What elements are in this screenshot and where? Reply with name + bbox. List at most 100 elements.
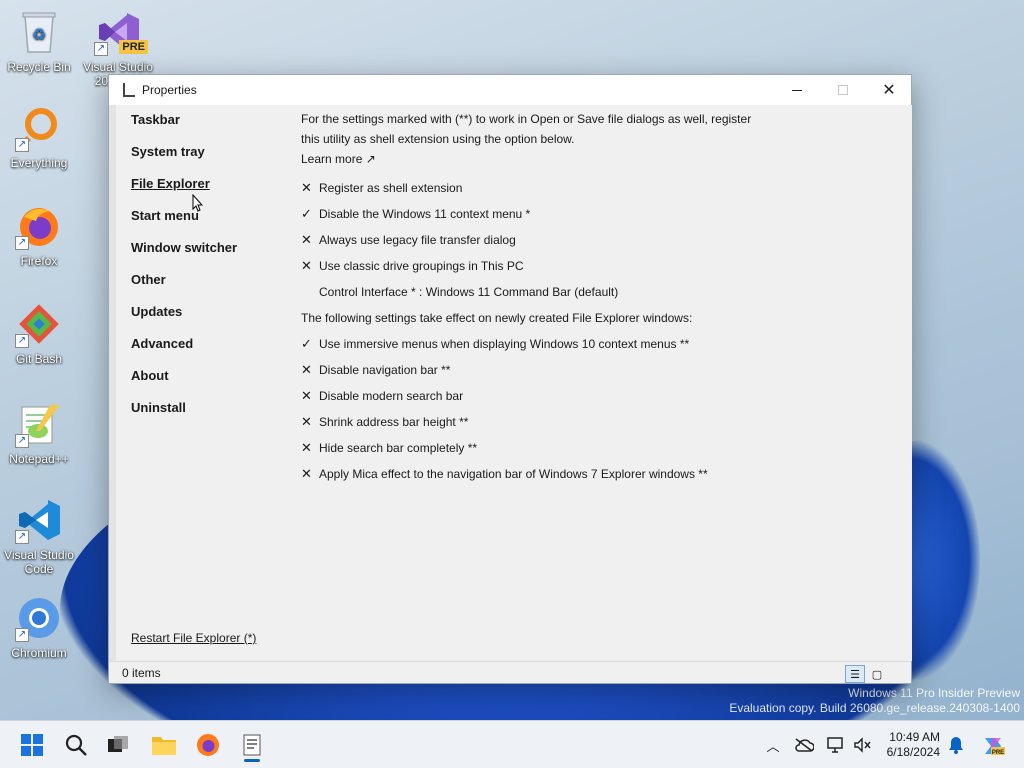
option-label: Disable modern search bar (319, 389, 464, 403)
nav-advanced[interactable]: Advanced (131, 335, 237, 367)
pre-badge: PRE (119, 40, 148, 54)
option-hide-search-bar[interactable]: ✕ Hide search bar completely ** (301, 435, 761, 461)
network-button[interactable] (826, 735, 846, 755)
item-count: 0 items (122, 666, 161, 680)
desktop-icon-chromium[interactable]: ↗ Chromium (1, 594, 77, 660)
nav-updates[interactable]: Updates (131, 303, 237, 335)
task-view-button[interactable] (100, 727, 136, 763)
desktop-icon-firefox[interactable]: ↗ Firefox (1, 202, 77, 268)
taskbar: ︿ 10:49 AM 6/18/2024 PRE (0, 720, 1024, 768)
tiles-view-icon: ▢ (871, 668, 883, 681)
watermark-line-1: Windows 11 Pro Insider Preview (848, 686, 1020, 700)
nav-file-explorer[interactable]: File Explorer (131, 175, 237, 207)
nav-other[interactable]: Other (131, 271, 237, 303)
option-classic-drive-groupings[interactable]: ✕ Use classic drive groupings in This PC (301, 253, 761, 279)
status-bar: 0 items ☰ ▢ (109, 661, 911, 683)
desktop-icon-label: Chromium (11, 646, 67, 660)
section-nav: Taskbar System tray File Explorer Start … (131, 111, 237, 431)
nav-system-tray[interactable]: System tray (131, 143, 237, 175)
intro-line-2: this utility as shell extension using th… (301, 132, 575, 146)
desktop-icon-label: Visual Studio Code (4, 548, 74, 576)
start-icon (21, 734, 43, 756)
new-windows-heading: The following settings take effect on ne… (301, 311, 693, 325)
watermark-line-2: Evaluation copy. Build 26080.ge_release.… (729, 701, 1020, 715)
chevron-up-icon: ︿ (766, 738, 780, 754)
unchecked-x-icon: ✕ (301, 466, 312, 481)
minimize-button[interactable] (774, 75, 820, 105)
nav-taskbar[interactable]: Taskbar (131, 111, 237, 143)
shortcut-arrow-icon: ↗ (15, 138, 29, 152)
option-disable-modern-search-bar[interactable]: ✕ Disable modern search bar (301, 383, 761, 409)
option-label: Hide search bar completely ** (319, 441, 478, 455)
chromium-icon: ↗ (15, 594, 63, 642)
desktop-icon-recycle-bin[interactable]: ♻ Recycle Bin (1, 8, 77, 74)
volume-icon (854, 737, 871, 753)
option-label: Use immersive menus when displaying Wind… (319, 337, 690, 351)
control-interface-selector[interactable]: Control Interface * : Windows 11 Command… (301, 279, 761, 305)
task-view-icon (108, 736, 128, 752)
option-label: Use classic drive groupings in This PC (319, 259, 524, 273)
title-bar[interactable]: Properties ✕ (109, 75, 911, 105)
option-label: Always use legacy file transfer dialog (319, 233, 516, 247)
option-legacy-file-transfer[interactable]: ✕ Always use legacy file transfer dialog (301, 227, 761, 253)
desktop-icon-everything[interactable]: ↗ Everything (1, 104, 77, 170)
unchecked-x-icon: ✕ (301, 414, 312, 429)
firefox-taskbar-button[interactable] (190, 727, 226, 763)
details-view-button[interactable]: ☰ (845, 665, 865, 683)
properties-window: Properties ✕ Taskbar System tray File Ex… (108, 74, 912, 684)
git-bash-icon: ↗ (15, 300, 63, 348)
close-button[interactable]: ✕ (866, 75, 912, 105)
checkmark-icon: ✓ (301, 206, 312, 221)
option-disable-win11-context-menu[interactable]: ✓ Disable the Windows 11 context menu * (301, 201, 761, 227)
shortcut-arrow-icon: ↗ (15, 334, 29, 348)
close-icon: ✕ (882, 82, 896, 99)
desktop-icon-label: Firefox (20, 254, 58, 268)
search-button[interactable] (58, 727, 94, 763)
nav-window-switcher[interactable]: Window switcher (131, 239, 237, 271)
option-label: Shrink address bar height ** (319, 415, 469, 429)
nav-start-menu[interactable]: Start menu (131, 207, 237, 239)
nav-uninstall[interactable]: Uninstall (131, 399, 237, 431)
unchecked-x-icon: ✕ (301, 180, 312, 195)
window-title: Properties (142, 83, 197, 97)
restart-file-explorer-link[interactable]: Restart File Explorer (*) (131, 631, 256, 645)
firefox-icon (197, 734, 219, 756)
option-disable-navigation-bar[interactable]: ✕ Disable navigation bar ** (301, 357, 761, 383)
properties-content: Taskbar System tray File Explorer Start … (116, 105, 912, 661)
properties-app-icon (243, 734, 261, 756)
option-mica-effect[interactable]: ✕ Apply Mica effect to the navigation ba… (301, 461, 761, 487)
properties-taskbar-button[interactable] (234, 727, 270, 763)
everything-search-icon: ↗ (15, 104, 63, 152)
desktop-icon-label: Notepad++ (9, 452, 69, 466)
nav-about[interactable]: About (131, 367, 237, 399)
start-button[interactable] (14, 727, 50, 763)
desktop-icon-vscode[interactable]: ↗ Visual Studio Code (1, 496, 77, 576)
onedrive-button[interactable] (794, 735, 814, 755)
file-explorer-taskbar-button[interactable] (146, 727, 182, 763)
checkmark-icon: ✓ (301, 336, 312, 351)
network-icon (827, 737, 843, 753)
app-title-icon (123, 83, 135, 97)
maximize-button[interactable] (820, 75, 866, 105)
option-label: Register as shell extension (319, 181, 463, 195)
notepad-plus-plus-icon: ↗ (15, 400, 63, 448)
desktop-icon-label: Git Bash (15, 352, 63, 366)
learn-more-link[interactable]: Learn more ↗ (301, 149, 761, 169)
svg-text:♻: ♻ (32, 27, 46, 44)
option-immersive-menus[interactable]: ✓ Use immersive menus when displaying Wi… (301, 331, 761, 357)
option-label: Apply Mica effect to the navigation bar … (319, 467, 708, 481)
unchecked-x-icon: ✕ (301, 362, 312, 377)
notifications-button[interactable] (946, 735, 966, 755)
details-view-icon: ☰ (850, 668, 860, 681)
shortcut-arrow-icon: ↗ (15, 434, 29, 448)
tiles-view-button[interactable]: ▢ (867, 665, 887, 683)
volume-button[interactable] (852, 735, 872, 755)
copilot-button[interactable]: PRE (980, 735, 1006, 756)
option-register-shell-extension[interactable]: ✕ Register as shell extension (301, 175, 761, 201)
show-hidden-icons-button[interactable]: ︿ (763, 735, 783, 755)
taskbar-clock[interactable]: 10:49 AM 6/18/2024 (880, 730, 940, 760)
option-shrink-address-bar[interactable]: ✕ Shrink address bar height ** (301, 409, 761, 435)
desktop-icon-git-bash[interactable]: ↗ Git Bash (1, 300, 77, 366)
shortcut-arrow-icon: ↗ (15, 530, 29, 544)
desktop-icon-notepad-plus-plus[interactable]: ↗ Notepad++ (1, 400, 77, 466)
